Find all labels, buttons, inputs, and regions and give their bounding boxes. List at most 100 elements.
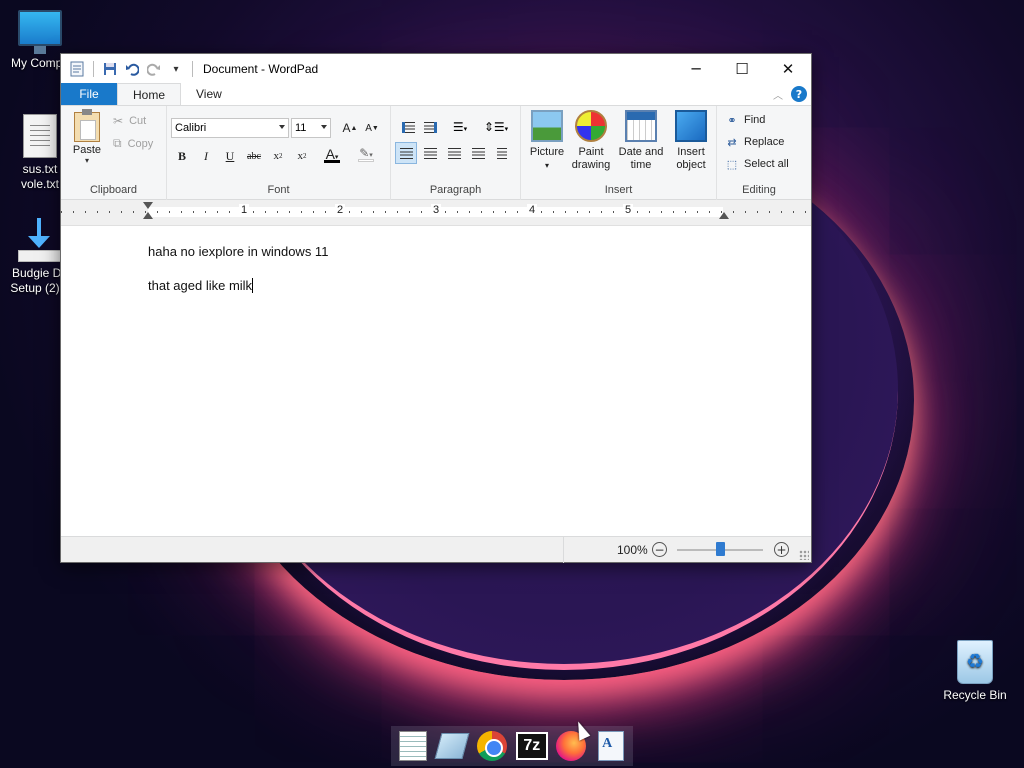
object-label: object: [676, 159, 706, 171]
picture-button[interactable]: Picture ▾: [527, 110, 567, 172]
align-left-button[interactable]: [395, 142, 417, 164]
group-label-clipboard: Clipboard: [89, 184, 138, 196]
group-insert: Picture ▾ Paint drawing Date and time In…: [521, 106, 717, 200]
calendar-clock-icon: [625, 110, 657, 142]
zoom-in-button[interactable]: +: [774, 542, 789, 557]
text-file-icon: [23, 114, 57, 158]
font-color-button[interactable]: A▾: [317, 144, 347, 164]
paint-palette-icon: [575, 110, 607, 142]
wordpad-app-icon[interactable]: [67, 59, 87, 79]
highlight-button[interactable]: ✎▾: [351, 144, 381, 164]
select-all-label: Select all: [744, 158, 789, 170]
bullet-list-icon: ☰▾: [452, 120, 468, 134]
taskbar-7zip[interactable]: 7z: [514, 728, 550, 764]
align-center-button[interactable]: [419, 142, 441, 164]
font-size-value: 11: [295, 122, 307, 134]
help-icon[interactable]: ?: [791, 86, 807, 102]
align-right-button[interactable]: [443, 142, 465, 164]
taskbar-notepad[interactable]: [395, 728, 431, 764]
justify-button[interactable]: [467, 142, 489, 164]
document-line: that aged like milk: [148, 278, 253, 293]
document-line: haha no iexplore in windows 11: [148, 244, 329, 259]
bold-button[interactable]: B: [171, 146, 193, 166]
group-label-editing: Editing: [742, 184, 776, 196]
paint-drawing-button[interactable]: Paint drawing: [569, 110, 613, 172]
first-line-indent-marker[interactable]: [143, 202, 153, 209]
ruler[interactable]: 1 2 3 4 5: [61, 200, 811, 226]
customize-qat-icon[interactable]: ▾: [166, 59, 186, 79]
document-line-with-caret: that aged like milk: [148, 278, 254, 293]
select-all-icon: ⬚: [726, 158, 738, 171]
decrease-indent-button[interactable]: [397, 116, 419, 138]
bullets-button[interactable]: ☰▾: [445, 116, 475, 138]
zoom-level: 100%: [617, 543, 648, 557]
copy-label: Copy: [127, 137, 154, 150]
paragraph-settings-button[interactable]: [491, 142, 513, 164]
taskbar-chrome[interactable]: [474, 728, 510, 764]
left-indent-marker[interactable]: [143, 212, 153, 219]
chrome-icon: [477, 731, 508, 761]
group-clipboard: Paste ▾ ✂ Cut ⧉ Copy Clipboard: [61, 106, 167, 200]
title-bar[interactable]: ▾ Document - WordPad ─ ☐ ✕: [61, 54, 811, 84]
font-size-select[interactable]: 11: [291, 118, 331, 138]
zoom-out-button[interactable]: −: [652, 542, 667, 557]
zoom-slider-thumb[interactable]: [715, 542, 725, 556]
right-indent-marker[interactable]: [719, 212, 729, 219]
find-button[interactable]: ⚭ Find: [725, 114, 766, 127]
desktop-icon-recycle-bin[interactable]: ♻ Recycle Bin: [935, 640, 1015, 703]
increase-indent-button[interactable]: [419, 116, 441, 138]
date-label: Date and: [618, 146, 664, 158]
ruler-number: 4: [527, 204, 538, 216]
paste-button[interactable]: Paste ▾: [71, 109, 103, 165]
line-spacing-button[interactable]: ⇕☰▾: [481, 116, 511, 138]
resize-grip[interactable]: [799, 550, 809, 560]
tab-view[interactable]: View: [181, 83, 237, 105]
date-time-button[interactable]: Date and time: [615, 110, 667, 172]
status-bar: 100% − +: [61, 536, 811, 563]
replace-button[interactable]: ⇄ Replace: [725, 136, 784, 149]
document-area[interactable]: haha no iexplore in windows 11 that aged…: [61, 228, 811, 538]
taskbar-app[interactable]: [434, 728, 470, 764]
scissors-icon: ✂: [113, 114, 124, 128]
7zip-icon: 7z: [515, 732, 548, 760]
copy-button[interactable]: ⧉ Copy: [113, 136, 153, 151]
paste-label: Paste: [72, 144, 102, 156]
paste-icon: [74, 109, 100, 142]
grow-font-button[interactable]: A ▲: [339, 118, 361, 138]
font-family-select[interactable]: Calibri: [171, 118, 289, 138]
wordpad-icon: [598, 731, 625, 761]
date-label: time: [630, 159, 652, 171]
underline-button[interactable]: U: [219, 146, 241, 166]
superscript-button[interactable]: x2: [291, 146, 313, 166]
tab-home[interactable]: Home: [117, 83, 182, 105]
subscript-button[interactable]: x2: [267, 146, 289, 166]
shrink-font-button[interactable]: A ▼: [361, 118, 383, 138]
wordpad-alt-icon: [435, 733, 470, 759]
ruler-number: 5: [623, 204, 634, 216]
minimize-ribbon-icon[interactable]: ︿: [773, 87, 783, 102]
save-icon[interactable]: [100, 59, 120, 79]
group-label-insert: Insert: [604, 184, 633, 196]
tab-file[interactable]: File: [61, 83, 117, 105]
window-title: Document - WordPad: [203, 62, 319, 76]
font-family-value: Calibri: [175, 122, 207, 134]
ruler-number: 3: [431, 204, 442, 216]
redo-icon[interactable]: [144, 59, 164, 79]
line-spacing-icon: ⇕☰▾: [483, 120, 509, 134]
group-paragraph: ☰▾ ⇕☰▾ Paragraph: [391, 106, 521, 200]
maximize-button[interactable]: ☐: [719, 54, 765, 84]
recycle-bin-icon: ♻: [957, 640, 993, 684]
close-button[interactable]: ✕: [765, 54, 811, 84]
cut-button[interactable]: ✂ Cut: [113, 114, 146, 128]
select-all-button[interactable]: ⬚ Select all: [725, 158, 789, 171]
undo-icon[interactable]: [122, 59, 142, 79]
group-label-font: Font: [267, 184, 290, 196]
insert-object-button[interactable]: Insert object: [669, 110, 713, 172]
group-editing: ⚭ Find ⇄ Replace ⬚ Select all Editing: [717, 106, 801, 200]
paint-label: drawing: [571, 159, 611, 171]
strikethrough-button[interactable]: abc: [243, 146, 265, 166]
taskbar-wordpad[interactable]: [593, 728, 629, 764]
italic-button[interactable]: I: [195, 146, 217, 166]
find-label: Find: [744, 114, 766, 126]
minimize-button[interactable]: ─: [673, 54, 719, 84]
